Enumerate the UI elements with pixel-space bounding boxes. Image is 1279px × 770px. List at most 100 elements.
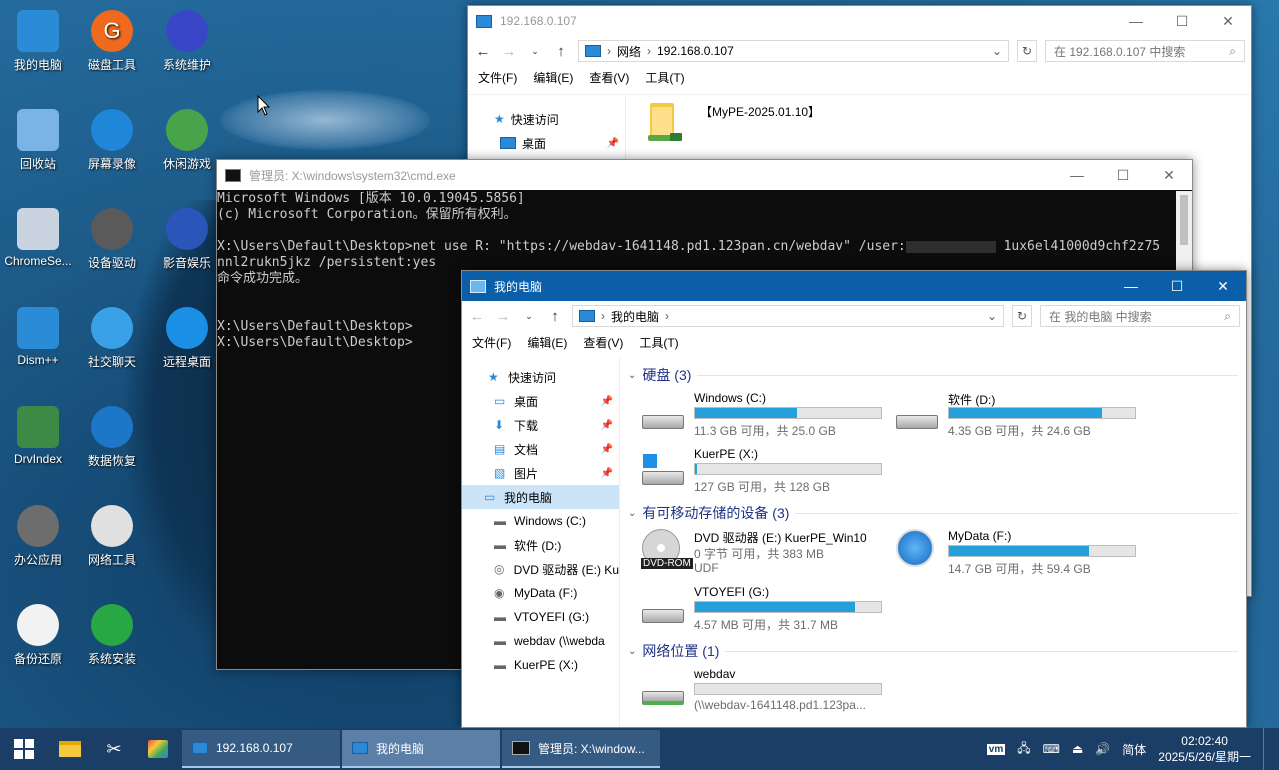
desktop-icon-8[interactable]: 影音娱乐	[149, 208, 225, 271]
pin-icon[interactable]: 📌	[601, 444, 613, 455]
show-desktop-button[interactable]	[1263, 728, 1269, 770]
nav-item[interactable]: ▭ 我的电脑	[462, 485, 619, 509]
desktop-icon-16[interactable]: 备份还原	[0, 604, 76, 667]
scrollbar-thumb[interactable]	[1180, 195, 1188, 245]
menu-tools[interactable]: 工具(T)	[645, 69, 684, 86]
maximize-button[interactable]: ☐	[1100, 160, 1146, 190]
volume-icon[interactable]: 🔊	[1095, 742, 1110, 756]
nav-quick-access[interactable]: ★ 快速访问	[468, 107, 625, 131]
search-input[interactable]: 在 192.168.0.107 中搜索 ⌕	[1045, 40, 1245, 62]
control-panel-pin[interactable]	[136, 728, 180, 770]
refresh-button[interactable]: ↻	[1017, 40, 1037, 62]
nav-item[interactable]: ▬ 软件 (D:)	[462, 533, 619, 557]
nav-item[interactable]: ▬ VTOYEFI (G:)	[462, 605, 619, 629]
close-button[interactable]: ✕	[1205, 6, 1251, 36]
desktop-icon-4[interactable]: 屏幕录像	[74, 109, 150, 172]
group-header-hdd[interactable]: ⌄ 硬盘 (3)	[620, 363, 1246, 387]
keyboard-icon[interactable]: ⌨	[1043, 742, 1060, 756]
desktop-icon-12[interactable]: DrvIndex	[0, 406, 76, 466]
desktop-icon-6[interactable]: ChromeSe...	[0, 208, 76, 268]
network-icon[interactable]: 🖧	[1017, 739, 1030, 760]
close-button[interactable]: ✕	[1146, 160, 1192, 190]
drive-tile[interactable]: VTOYEFI (G:) 4.57 MB 可用，共 31.7 MB	[622, 585, 882, 639]
pin-icon[interactable]: 📌	[601, 420, 613, 431]
menu-view[interactable]: 查看(V)	[583, 334, 623, 351]
file-explorer-pin[interactable]	[48, 728, 92, 770]
breadcrumb-item[interactable]: 网络	[617, 43, 641, 60]
group-header-network[interactable]: ⌄ 网络位置 (1)	[620, 639, 1246, 663]
recent-dropdown-button[interactable]: ⌄	[520, 311, 538, 322]
desktop-icon-14[interactable]: 办公应用	[0, 505, 76, 568]
drive-tile[interactable]: MyData (F:) 14.7 GB 可用，共 59.4 GB	[876, 529, 1136, 583]
up-button[interactable]: ↑	[546, 308, 564, 325]
desktop-icon-2[interactable]: 系统维护	[149, 10, 225, 73]
start-button[interactable]	[0, 728, 48, 770]
address-bar[interactable]: › 我的电脑 › ⌄	[572, 305, 1004, 327]
drive-tile[interactable]: Windows (C:) 11.3 GB 可用，共 25.0 GB	[622, 391, 882, 445]
clock[interactable]: 02:02:40 2025/5/26/星期一	[1158, 733, 1251, 765]
desktop-icon-11[interactable]: 远程桌面	[149, 307, 225, 370]
menu-file[interactable]: 文件(F)	[472, 334, 511, 351]
my-computer-titlebar[interactable]: 我的电脑 — ☐ ✕	[462, 271, 1246, 301]
nav-item[interactable]: ▭ 桌面 📌	[462, 389, 619, 413]
desktop-icon-0[interactable]: 我的电脑	[0, 10, 76, 73]
taskbar-app-network[interactable]: 192.168.0.107	[182, 730, 340, 768]
nav-item[interactable]: ▬ webdav (\\webda	[462, 629, 619, 653]
close-button[interactable]: ✕	[1200, 271, 1246, 301]
taskbar-app-my-computer[interactable]: 我的电脑	[342, 730, 500, 768]
nav-item[interactable]: ★ 快速访问	[462, 365, 619, 389]
group-header-removable[interactable]: ⌄ 有可移动存储的设备 (3)	[620, 501, 1246, 525]
pin-icon[interactable]: 📌	[601, 396, 613, 407]
pin-icon[interactable]: 📌	[607, 138, 619, 149]
desktop-icon-17[interactable]: 系统安装	[74, 604, 150, 667]
address-bar[interactable]: › 网络 › 192.168.0.107 ⌄	[578, 40, 1009, 62]
recent-dropdown-button[interactable]: ⌄	[526, 46, 544, 57]
drive-tile[interactable]: 软件 (D:) 4.35 GB 可用，共 24.6 GB	[876, 391, 1136, 445]
chevron-down-icon[interactable]: ⌄	[987, 309, 997, 323]
drive-tile[interactable]: DVD-ROM DVD 驱动器 (E:) KuerPE_Win10 0 字节 可用，…	[622, 529, 872, 583]
vmware-icon[interactable]: vm	[986, 743, 1006, 755]
tool-pin[interactable]: ✂	[92, 728, 136, 770]
nav-desktop[interactable]: 桌面 📌	[468, 131, 625, 155]
menu-tools[interactable]: 工具(T)	[639, 334, 678, 351]
up-button[interactable]: ↑	[552, 43, 570, 60]
nav-item[interactable]: ▤ 文档 📌	[462, 437, 619, 461]
nav-item[interactable]: ◎ DVD 驱动器 (E:) Ku	[462, 557, 619, 581]
nav-item[interactable]: ◉ MyData (F:)	[462, 581, 619, 605]
minimize-button[interactable]: —	[1108, 271, 1154, 301]
minimize-button[interactable]: —	[1054, 160, 1100, 190]
back-button[interactable]: ←	[474, 43, 492, 60]
share-folder-item[interactable]: 【MyPE-2025.01.10】	[646, 101, 820, 145]
refresh-button[interactable]: ↻	[1012, 305, 1032, 327]
menu-edit[interactable]: 编辑(E)	[533, 69, 573, 86]
desktop-icon-7[interactable]: 设备驱动	[74, 208, 150, 271]
taskbar-app-cmd[interactable]: 管理员: X:\window...	[502, 730, 660, 768]
menu-edit[interactable]: 编辑(E)	[527, 334, 567, 351]
chevron-down-icon[interactable]: ⌄	[992, 44, 1002, 58]
pin-icon[interactable]: 📌	[601, 468, 613, 479]
desktop-icon-9[interactable]: Dism++	[0, 307, 76, 367]
nav-item[interactable]: ▬ Windows (C:)	[462, 509, 619, 533]
desktop-icon-5[interactable]: 休闲游戏	[149, 109, 225, 172]
drive-tile[interactable]: KuerPE (X:) 127 GB 可用，共 128 GB	[622, 447, 882, 501]
maximize-button[interactable]: ☐	[1154, 271, 1200, 301]
back-button[interactable]: ←	[468, 308, 486, 325]
desktop-icon-1[interactable]: G 磁盘工具	[74, 10, 150, 73]
desktop-icon-15[interactable]: 网络工具	[74, 505, 150, 568]
breadcrumb-item[interactable]: 我的电脑	[611, 308, 659, 325]
cmd-window-titlebar[interactable]: 管理员: X:\windows\system32\cmd.exe — ☐ ✕	[217, 160, 1192, 190]
network-window-titlebar[interactable]: 192.168.0.107 — ☐ ✕	[468, 6, 1251, 36]
desktop-icon-13[interactable]: 数据恢复	[74, 406, 150, 469]
desktop-icon-3[interactable]: 回收站	[0, 109, 76, 172]
menu-file[interactable]: 文件(F)	[478, 69, 517, 86]
desktop-icon-10[interactable]: 社交聊天	[74, 307, 150, 370]
forward-button[interactable]: →	[494, 308, 512, 325]
forward-button[interactable]: →	[500, 43, 518, 60]
ime-indicator[interactable]: 简体	[1122, 741, 1146, 758]
maximize-button[interactable]: ☐	[1159, 6, 1205, 36]
nav-item[interactable]: ⬇ 下载 📌	[462, 413, 619, 437]
nav-item[interactable]: ▧ 图片 📌	[462, 461, 619, 485]
drive-tile[interactable]: webdav (\\webdav-1641148.pd1.123pa...	[622, 667, 882, 721]
search-input[interactable]: 在 我的电脑 中搜索 ⌕	[1040, 305, 1240, 327]
usb-icon[interactable]: ⏏	[1072, 742, 1083, 756]
